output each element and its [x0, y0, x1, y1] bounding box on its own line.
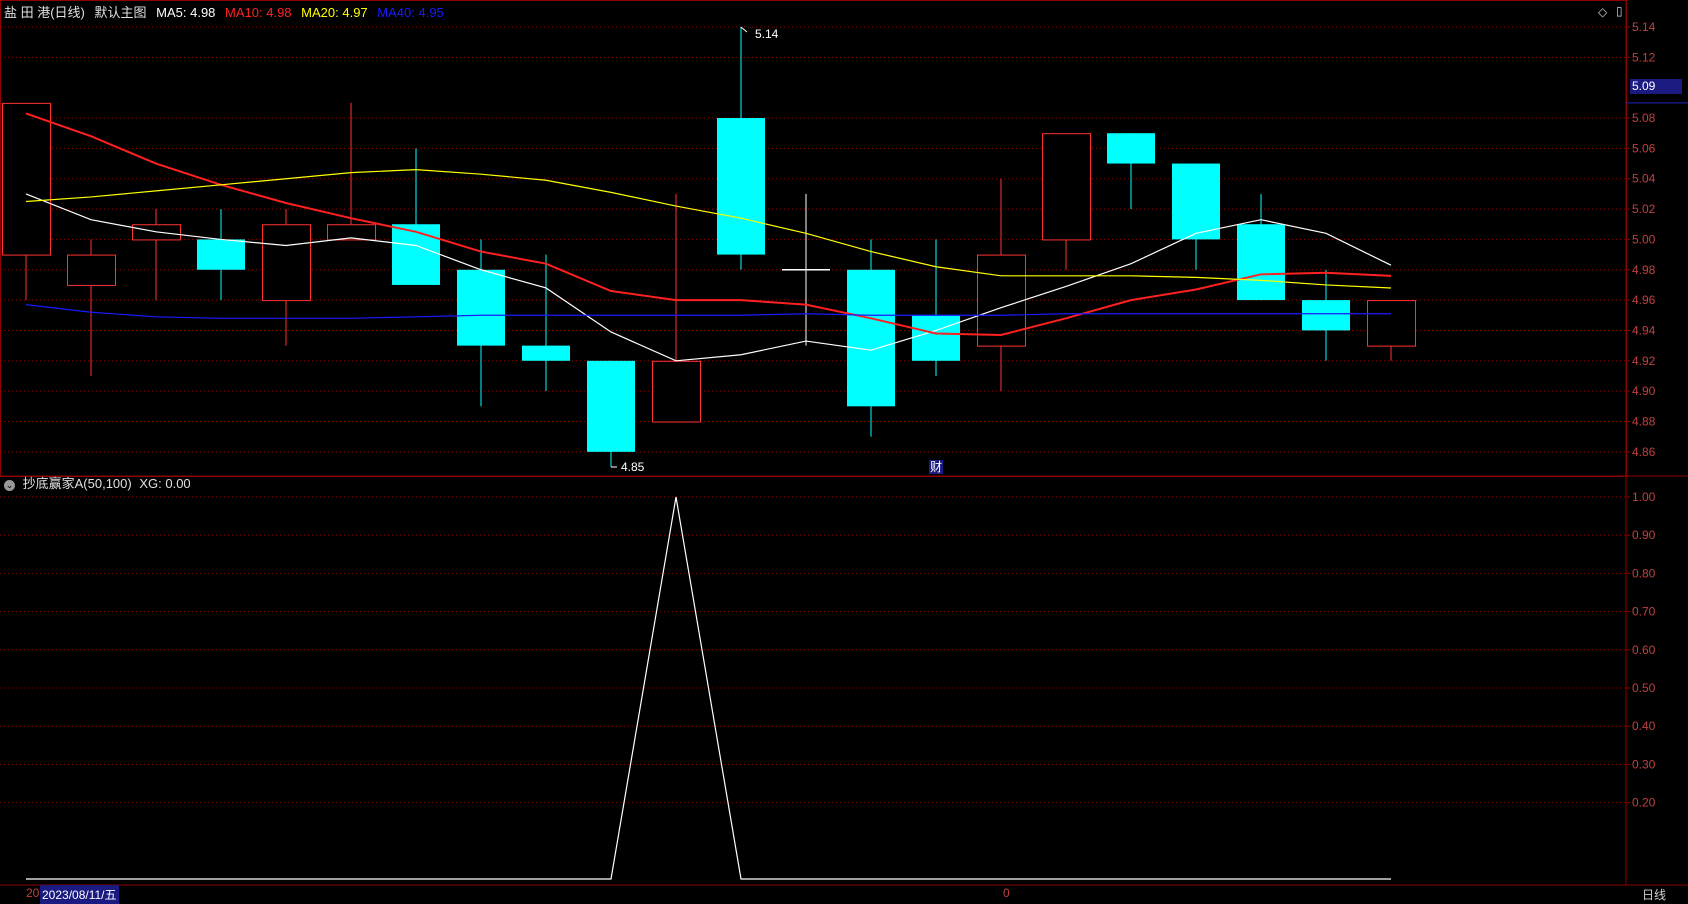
- sub-y-tick-label: 0.20: [1632, 796, 1656, 810]
- diamond-icon[interactable]: ◇: [1598, 5, 1607, 19]
- main-chart-header: 盐 田 港(日线) 默认主图 MA5: 4.98 MA10: 4.98 MA20…: [4, 5, 450, 21]
- candle-body: [197, 239, 245, 270]
- candle-body: [912, 315, 960, 361]
- candle-body: [457, 269, 505, 346]
- period-label[interactable]: 日线: [1642, 886, 1666, 903]
- bottom-bar: 20 2023/08/11/五 0 日线: [0, 885, 1688, 904]
- indicator-header: ⌄ 抄底赢家A(50,100) XG: 0.00: [4, 476, 197, 492]
- xg-value: XG: 0.00: [139, 476, 191, 491]
- y-tick-label: 4.96: [1632, 293, 1656, 307]
- candle-body: [67, 254, 116, 286]
- high-annotation: 5.14: [755, 27, 779, 41]
- candle-body: [1237, 224, 1285, 301]
- sub-y-tick-label: 0.80: [1632, 566, 1656, 580]
- ma5-label: MA5: 4.98: [156, 5, 216, 20]
- y-tick-label: 5.02: [1632, 202, 1656, 216]
- candle-body: [1172, 163, 1220, 240]
- sub-y-tick-label: 0.40: [1632, 719, 1656, 733]
- y-tick-label: 5.00: [1632, 232, 1656, 246]
- ma40-label: MA40: 4.95: [377, 5, 444, 20]
- y-tick-label: 4.92: [1632, 354, 1656, 368]
- sub-y-tick-label: 0.90: [1632, 528, 1656, 542]
- mid-marker: 0: [1003, 886, 1010, 900]
- sub-y-tick-label: 0.30: [1632, 757, 1656, 771]
- main-panel-frame: [0, 0, 1627, 477]
- sub-y-tick-label: 1.00: [1632, 490, 1656, 504]
- chart-canvas[interactable]: 4.86 4.88 4.90 4.92 4.94 4.96 4.98 5.00 5.02 5.04…: [0, 0, 1688, 902]
- ma10-label: MA10: 4.98: [225, 5, 292, 20]
- template-name[interactable]: 默认主图: [95, 5, 147, 20]
- indicator-name[interactable]: 抄底赢家A(50,100): [23, 476, 132, 491]
- candle-body: [2, 102, 51, 256]
- candle-body: [1107, 133, 1155, 164]
- sub-y-tick-label: 0.70: [1632, 605, 1656, 619]
- current-price-tag: 5.09: [1630, 79, 1682, 94]
- y-tick-label: 5.14: [1632, 20, 1656, 34]
- candle-body: [522, 345, 570, 361]
- y-tick-label: 5.08: [1632, 111, 1656, 125]
- candle-body: [717, 118, 765, 255]
- y-tick-label: 4.88: [1632, 414, 1656, 428]
- date-prefix: 20: [26, 886, 40, 900]
- high-arrow: [740, 26, 748, 33]
- ma20-label: MA20: 4.97: [301, 5, 368, 20]
- candle-body: [392, 224, 440, 285]
- low-annotation: 4.85: [621, 460, 645, 474]
- candle-body: [652, 360, 701, 423]
- y-tick-label: 5.12: [1632, 50, 1656, 64]
- y-tick-label: 4.86: [1632, 445, 1656, 459]
- candle-body: [587, 360, 635, 452]
- stock-name[interactable]: 盐 田 港(日线): [4, 5, 85, 20]
- candle-body: [262, 224, 311, 302]
- candle-body: [1042, 133, 1091, 241]
- y-tick-label: 4.90: [1632, 384, 1656, 398]
- ma40-line: [25, 304, 1391, 319]
- cursor-date: 2023/08/11/五: [40, 885, 119, 904]
- panel-toggle-icon[interactable]: ▯: [1616, 4, 1623, 18]
- xg-line: [26, 496, 1391, 880]
- sub-y-tick-label: 0.60: [1632, 643, 1656, 657]
- y-tick-label: 5.04: [1632, 172, 1656, 186]
- candle-body: [977, 254, 1026, 347]
- sub-y-tick-label: 0.50: [1632, 681, 1656, 695]
- candle-body: [1302, 300, 1350, 331]
- candle-body: [1367, 300, 1416, 347]
- chevron-down-icon[interactable]: ⌄: [4, 480, 15, 491]
- candle-body: [847, 269, 895, 407]
- y-tick-label: 4.94: [1632, 323, 1656, 337]
- y-tick-label: 4.98: [1632, 263, 1656, 277]
- finance-marker[interactable]: 财: [929, 460, 944, 474]
- y-tick-label: 5.06: [1632, 141, 1656, 155]
